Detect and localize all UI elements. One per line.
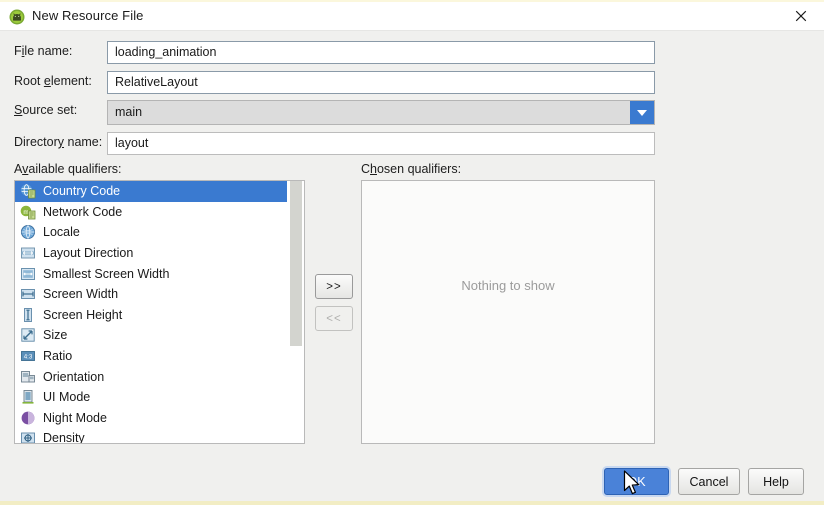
ui-mode-icon [20, 389, 36, 405]
ratio-icon: 4:3 [20, 348, 36, 364]
qualifier-item[interactable]: Night Mode [15, 408, 287, 429]
source-set-value: main [115, 105, 143, 119]
qualifier-label: Ratio [43, 349, 73, 364]
root-element-input[interactable]: RelativeLayout [107, 71, 655, 94]
available-qualifiers-label: Available qualifiers: [14, 162, 122, 176]
chevron-down-icon[interactable] [630, 101, 654, 124]
new-resource-file-dialog: New Resource File File name: loading_ani… [0, 2, 824, 501]
density-icon [20, 430, 36, 443]
smallest-screen-width-icon [20, 266, 36, 282]
qualifier-label: Screen Width [43, 287, 119, 302]
svg-text:m: m [23, 209, 28, 216]
night-mode-icon [20, 410, 36, 426]
qualifier-label: Density [43, 431, 85, 444]
chosen-qualifiers-label: Chosen qualifiers: [361, 162, 462, 176]
orientation-icon [20, 369, 36, 385]
layout-direction-icon [20, 245, 36, 261]
qualifier-item[interactable]: UI Mode [15, 387, 287, 408]
locale-globe-icon [20, 224, 36, 240]
qualifier-label: Locale [43, 225, 80, 240]
remove-qualifier-button[interactable]: << [315, 306, 353, 331]
qualifier-item[interactable]: 4:3 Ratio [15, 346, 287, 367]
chosen-qualifiers-list[interactable]: Nothing to show [361, 180, 655, 444]
qualifier-label: Size [43, 328, 68, 343]
android-green-icon [9, 9, 25, 25]
qualifier-item[interactable]: Layout Direction [15, 243, 287, 264]
qualifier-item[interactable]: m Network Code [15, 202, 287, 223]
directory-name-label: Directory name: [14, 135, 103, 149]
file-name-input[interactable]: loading_animation [107, 41, 655, 64]
available-list-scrollbar[interactable] [288, 181, 304, 443]
qualifier-item[interactable]: Screen Width [15, 284, 287, 305]
qualifier-label: UI Mode [43, 390, 91, 405]
file-name-label: File name: [14, 44, 73, 58]
country-code-icon [20, 183, 36, 199]
screen-height-icon [20, 307, 36, 323]
add-qualifier-button[interactable]: >> [315, 274, 353, 299]
source-set-label: Source set: [14, 103, 78, 117]
network-code-icon: m [20, 204, 36, 220]
screen-width-icon [20, 286, 36, 302]
window-title: New Resource File [32, 8, 144, 23]
size-icon [20, 327, 36, 343]
close-icon[interactable] [778, 2, 824, 30]
qualifier-item[interactable]: Size [15, 325, 287, 346]
qualifier-item[interactable]: Country Code [15, 181, 287, 202]
root-element-label: Root element: [14, 74, 92, 88]
qualifier-label: Network Code [43, 204, 123, 219]
qualifier-label: Layout Direction [43, 246, 134, 261]
qualifier-label: Orientation [43, 369, 105, 384]
scrollbar-thumb[interactable] [290, 181, 302, 346]
available-qualifiers-list[interactable]: Country Code m Network Code Locale Layout Di… [14, 180, 305, 444]
qualifier-item[interactable]: Screen Height [15, 305, 287, 326]
qualifier-item[interactable]: Smallest Screen Width [15, 263, 287, 284]
qualifier-item[interactable]: Locale [15, 222, 287, 243]
help-button[interactable]: Help [748, 468, 804, 495]
empty-state-text: Nothing to show [461, 278, 555, 293]
ok-button[interactable]: OK [604, 468, 669, 495]
svg-text:4:3: 4:3 [24, 353, 33, 360]
qualifier-label: Smallest Screen Width [43, 266, 170, 281]
cancel-button[interactable]: Cancel [678, 468, 740, 495]
qualifier-item[interactable]: Density [15, 428, 287, 444]
qualifier-item[interactable]: Orientation [15, 366, 287, 387]
qualifier-label: Country Code [43, 184, 121, 199]
qualifier-label: Screen Height [43, 307, 123, 322]
title-bar: New Resource File [0, 2, 824, 31]
bottom-edge-strip [0, 501, 824, 505]
directory-name-input[interactable]: layout [107, 132, 655, 155]
qualifier-label: Night Mode [43, 410, 107, 425]
source-set-dropdown[interactable]: main [107, 100, 655, 125]
